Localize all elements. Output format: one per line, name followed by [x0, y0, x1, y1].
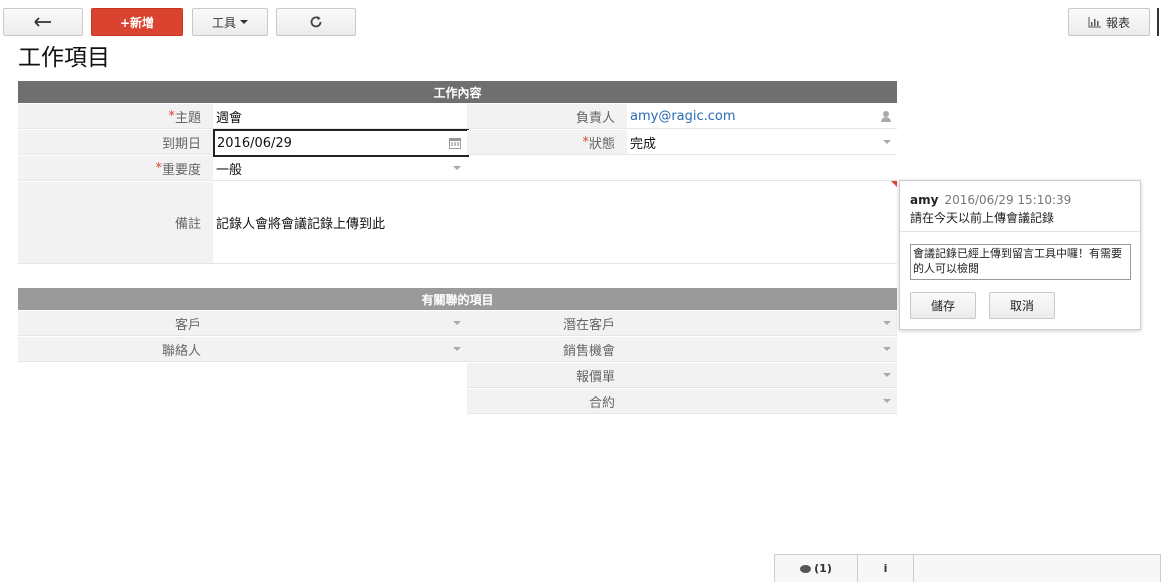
- label-text: 狀態: [588, 136, 615, 152]
- comments-count: (1): [814, 562, 832, 575]
- field-label-contract: 合約: [467, 389, 627, 414]
- chevron-down-icon[interactable]: [883, 399, 891, 403]
- label-text: 重要度: [161, 162, 201, 178]
- comment-author: amy: [910, 193, 939, 207]
- comments-tab[interactable]: (1): [775, 555, 857, 582]
- field-value-customer[interactable]: [213, 311, 467, 336]
- cancel-button[interactable]: 取消: [989, 292, 1055, 319]
- chevron-down-icon[interactable]: [883, 321, 891, 325]
- chevron-down-icon[interactable]: [883, 347, 891, 351]
- label-text: 備註: [174, 217, 201, 232]
- label-text: 銷售機會: [562, 343, 615, 359]
- save-button[interactable]: 儲存: [910, 292, 976, 319]
- bar-chart-icon: [1088, 16, 1101, 27]
- field-label-priority: * 重要度: [18, 156, 213, 181]
- label-text: 合約: [588, 395, 615, 411]
- label-text: 到期日: [161, 136, 201, 152]
- section-header-main: 工作內容: [18, 81, 897, 103]
- value-text: 記錄人會將會議記錄上傳到此: [216, 217, 386, 232]
- chevron-down-icon[interactable]: [453, 321, 461, 325]
- label-text: 主題: [174, 110, 201, 126]
- caret-down-icon: [240, 20, 248, 24]
- field-value-prospect[interactable]: [627, 311, 897, 336]
- refresh-icon: [310, 16, 322, 28]
- arrow-left-icon: [34, 17, 51, 27]
- field-label-status: * 狀態: [467, 130, 627, 155]
- comment-marker-icon[interactable]: [891, 181, 897, 187]
- field-label-contact: 聯絡人: [18, 337, 213, 362]
- field-value-opportunity[interactable]: [627, 337, 897, 362]
- field-value-quote[interactable]: [627, 363, 897, 388]
- chevron-down-icon[interactable]: [453, 347, 461, 351]
- bottom-bar: (1) i: [774, 554, 1161, 582]
- field-label-subject: * 主題: [18, 104, 213, 129]
- label-text: 聯絡人: [161, 343, 201, 359]
- field-value-contact[interactable]: [213, 337, 467, 362]
- report-button[interactable]: 報表: [1068, 8, 1150, 36]
- empty-cell: [467, 156, 897, 181]
- field-value-owner[interactable]: amy@ragic.com: [627, 104, 897, 129]
- tools-button[interactable]: 工具: [192, 8, 268, 36]
- field-label-due-date: 到期日: [18, 130, 213, 155]
- info-tab[interactable]: i: [858, 555, 913, 582]
- comment-popup: amy 2016/06/29 15:10:39 請在今天以前上傳會議記錄 儲存 取…: [899, 180, 1141, 330]
- field-value-contract[interactable]: [627, 389, 897, 414]
- value-text: 一般: [216, 162, 243, 178]
- field-label-opportunity: 銷售機會: [467, 337, 627, 362]
- refresh-button[interactable]: [276, 8, 356, 36]
- field-value-subject[interactable]: 週會: [213, 104, 467, 129]
- section-title-related: 有關聯的項目: [421, 292, 494, 307]
- due-date-input[interactable]: 2016/06/29: [213, 129, 469, 157]
- section-header-related: 有關聯的項目: [18, 288, 897, 310]
- value-text: 週會: [216, 110, 243, 126]
- label-text: 客戶: [174, 317, 201, 333]
- field-label-notes: 備註: [18, 182, 213, 264]
- back-button[interactable]: [3, 8, 83, 36]
- field-label-prospect: 潛在客戶: [467, 311, 627, 336]
- report-button-label: 報表: [1105, 15, 1130, 30]
- section-title-main: 工作內容: [433, 85, 482, 100]
- label-text: 潛在客戶: [562, 317, 615, 333]
- save-button-label: 儲存: [930, 299, 955, 313]
- value-text: 2016/06/29: [217, 135, 292, 151]
- cancel-button-label: 取消: [1009, 299, 1034, 313]
- value-text: 完成: [630, 136, 657, 152]
- chevron-down-icon[interactable]: [883, 373, 891, 377]
- new-button-label: +新增: [119, 15, 155, 30]
- field-value-status[interactable]: 完成: [627, 130, 897, 155]
- calendar-icon[interactable]: [449, 138, 461, 149]
- user-icon[interactable]: [881, 111, 891, 122]
- field-label-quote: 報價單: [467, 363, 627, 388]
- tools-button-label: 工具: [211, 15, 236, 30]
- comment-divider: [900, 231, 1140, 232]
- field-value-priority[interactable]: 一般: [213, 156, 467, 181]
- comment-timestamp: 2016/06/29 15:10:39: [944, 193, 1072, 207]
- comment-header: amy 2016/06/29 15:10:39: [910, 193, 1071, 207]
- owner-email-link[interactable]: amy@ragic.com: [630, 109, 736, 124]
- chevron-down-icon[interactable]: [883, 140, 891, 144]
- bottom-divider: [913, 555, 914, 582]
- toolbar-edge-divider: [1157, 8, 1159, 36]
- speech-bubble-icon: [800, 564, 812, 573]
- chevron-down-icon[interactable]: [453, 166, 461, 170]
- label-text: 報價單: [575, 369, 615, 385]
- info-icon: i: [883, 562, 888, 575]
- label-text: 負責人: [575, 110, 615, 126]
- comment-reply-input[interactable]: [910, 244, 1131, 280]
- field-value-notes[interactable]: 記錄人會將會議記錄上傳到此: [213, 182, 897, 264]
- page-title: 工作項目: [18, 45, 110, 71]
- field-label-customer: 客戶: [18, 311, 213, 336]
- field-label-owner: 負責人: [467, 104, 627, 129]
- new-button[interactable]: +新增: [91, 8, 183, 36]
- comment-message: 請在今天以前上傳會議記錄: [910, 211, 1055, 225]
